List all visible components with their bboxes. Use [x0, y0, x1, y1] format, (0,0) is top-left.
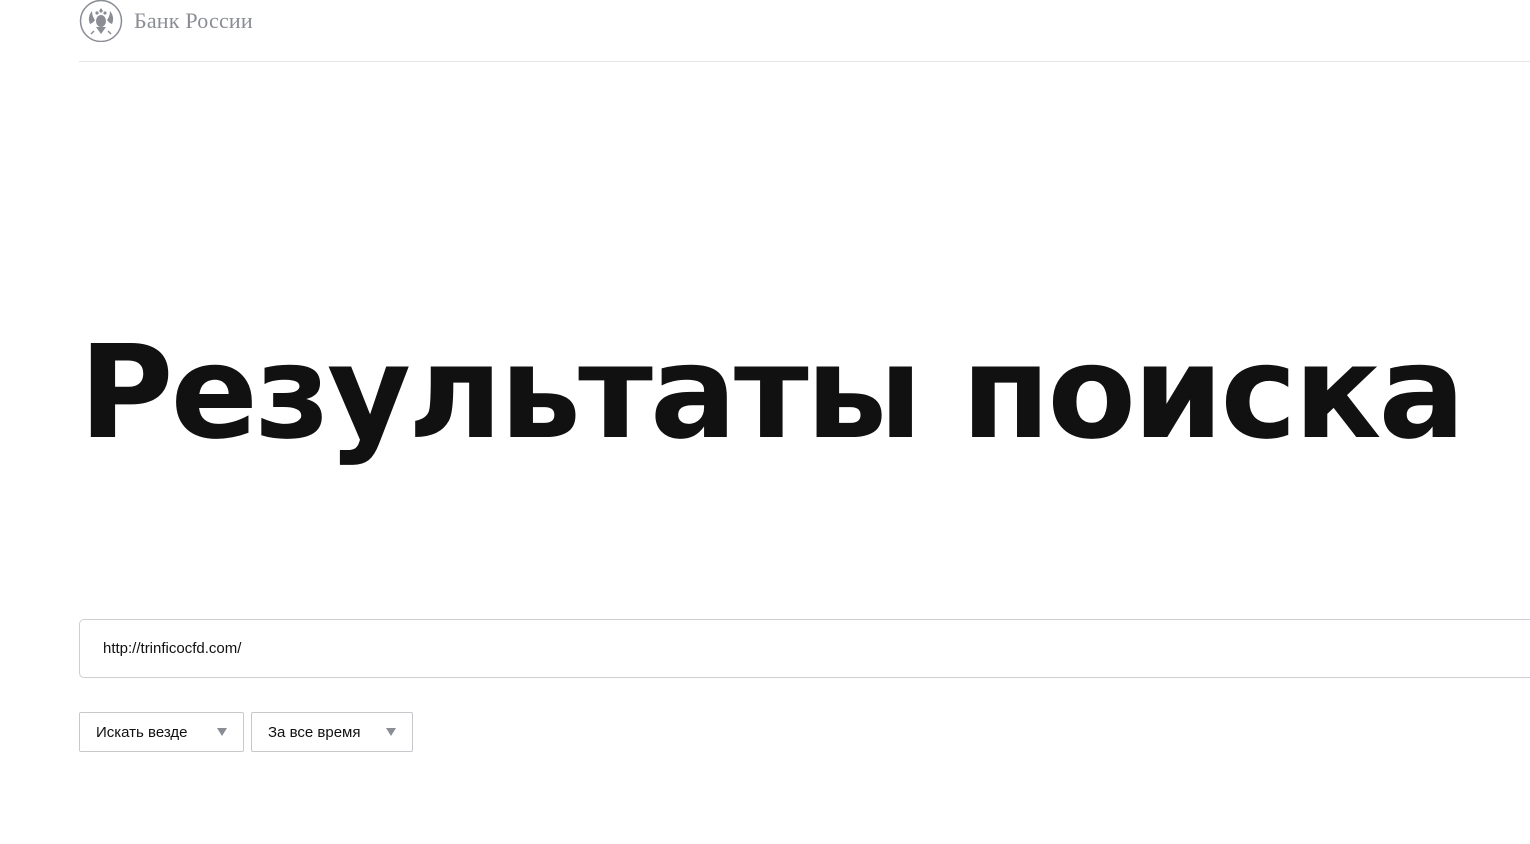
logo-text: Банк России: [134, 8, 253, 33]
page-title: Результаты поиска: [79, 318, 1465, 468]
caret-down-icon: [217, 728, 227, 736]
eagle-emblem-icon: [79, 0, 123, 42]
caret-down-icon: [386, 728, 396, 736]
search-box: [79, 619, 1530, 678]
logo-link[interactable]: Банк России: [79, 0, 253, 42]
search-period-label: За все время: [268, 723, 361, 741]
search-scope-select[interactable]: Искать везде: [79, 712, 244, 752]
search-period-select[interactable]: За все время: [251, 712, 413, 752]
search-scope-label: Искать везде: [96, 723, 188, 741]
site-header: Банк России: [79, 0, 1530, 62]
search-input[interactable]: [103, 620, 1503, 677]
search-filters: Искать везде За все время: [79, 712, 413, 752]
page: Банк России Результаты поиска Искать вез…: [0, 0, 1530, 844]
